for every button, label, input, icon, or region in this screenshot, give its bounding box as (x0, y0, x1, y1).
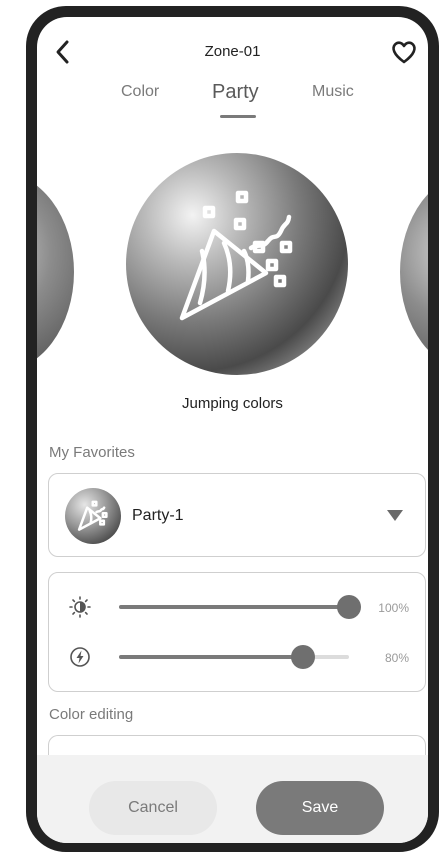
lightning-icon (70, 647, 90, 667)
heart-outline-icon (392, 41, 416, 64)
speed-value: 80% (384, 651, 409, 665)
cancel-button[interactable]: Cancel (89, 781, 217, 835)
favorite-thumbnail (65, 488, 121, 544)
controls-card: 100% 80% (48, 572, 426, 692)
active-tab-indicator (220, 115, 256, 118)
brightness-slider-thumb[interactable] (337, 595, 361, 619)
speed-slider[interactable] (119, 645, 349, 669)
speed-slider-fill (119, 655, 303, 659)
tab-color[interactable]: Color (121, 83, 159, 101)
screen: Zone-01 Color Party Music Jumping colors… (37, 17, 428, 843)
party-popper-icon (77, 500, 108, 531)
favorites-dropdown[interactable]: Party-1 (48, 473, 426, 557)
scene-prev-card[interactable] (37, 172, 74, 372)
brightness-slider-fill (119, 605, 349, 609)
header: Zone-01 (37, 17, 428, 87)
save-button[interactable]: Save (256, 781, 384, 835)
party-popper-icon (179, 190, 293, 321)
page-title: Zone-01 (204, 43, 261, 60)
favorite-button[interactable] (390, 39, 418, 65)
brightness-value: 100% (378, 601, 409, 615)
scene-current-card[interactable] (126, 153, 348, 375)
speed-slider-thumb[interactable] (291, 645, 315, 669)
scene-label: Jumping colors (182, 395, 283, 412)
tab-music[interactable]: Music (312, 83, 354, 101)
tab-party[interactable]: Party (212, 81, 259, 104)
favorite-name: Party-1 (132, 507, 184, 524)
favorites-title: My Favorites (49, 444, 135, 461)
triangle-down-icon[interactable] (387, 510, 403, 521)
footer-bar: Cancel Save (37, 755, 428, 843)
brightness-slider[interactable] (119, 595, 361, 619)
brightness-icon (69, 596, 91, 618)
color-editing-title: Color editing (49, 706, 134, 723)
scene-next-card[interactable] (400, 172, 428, 372)
